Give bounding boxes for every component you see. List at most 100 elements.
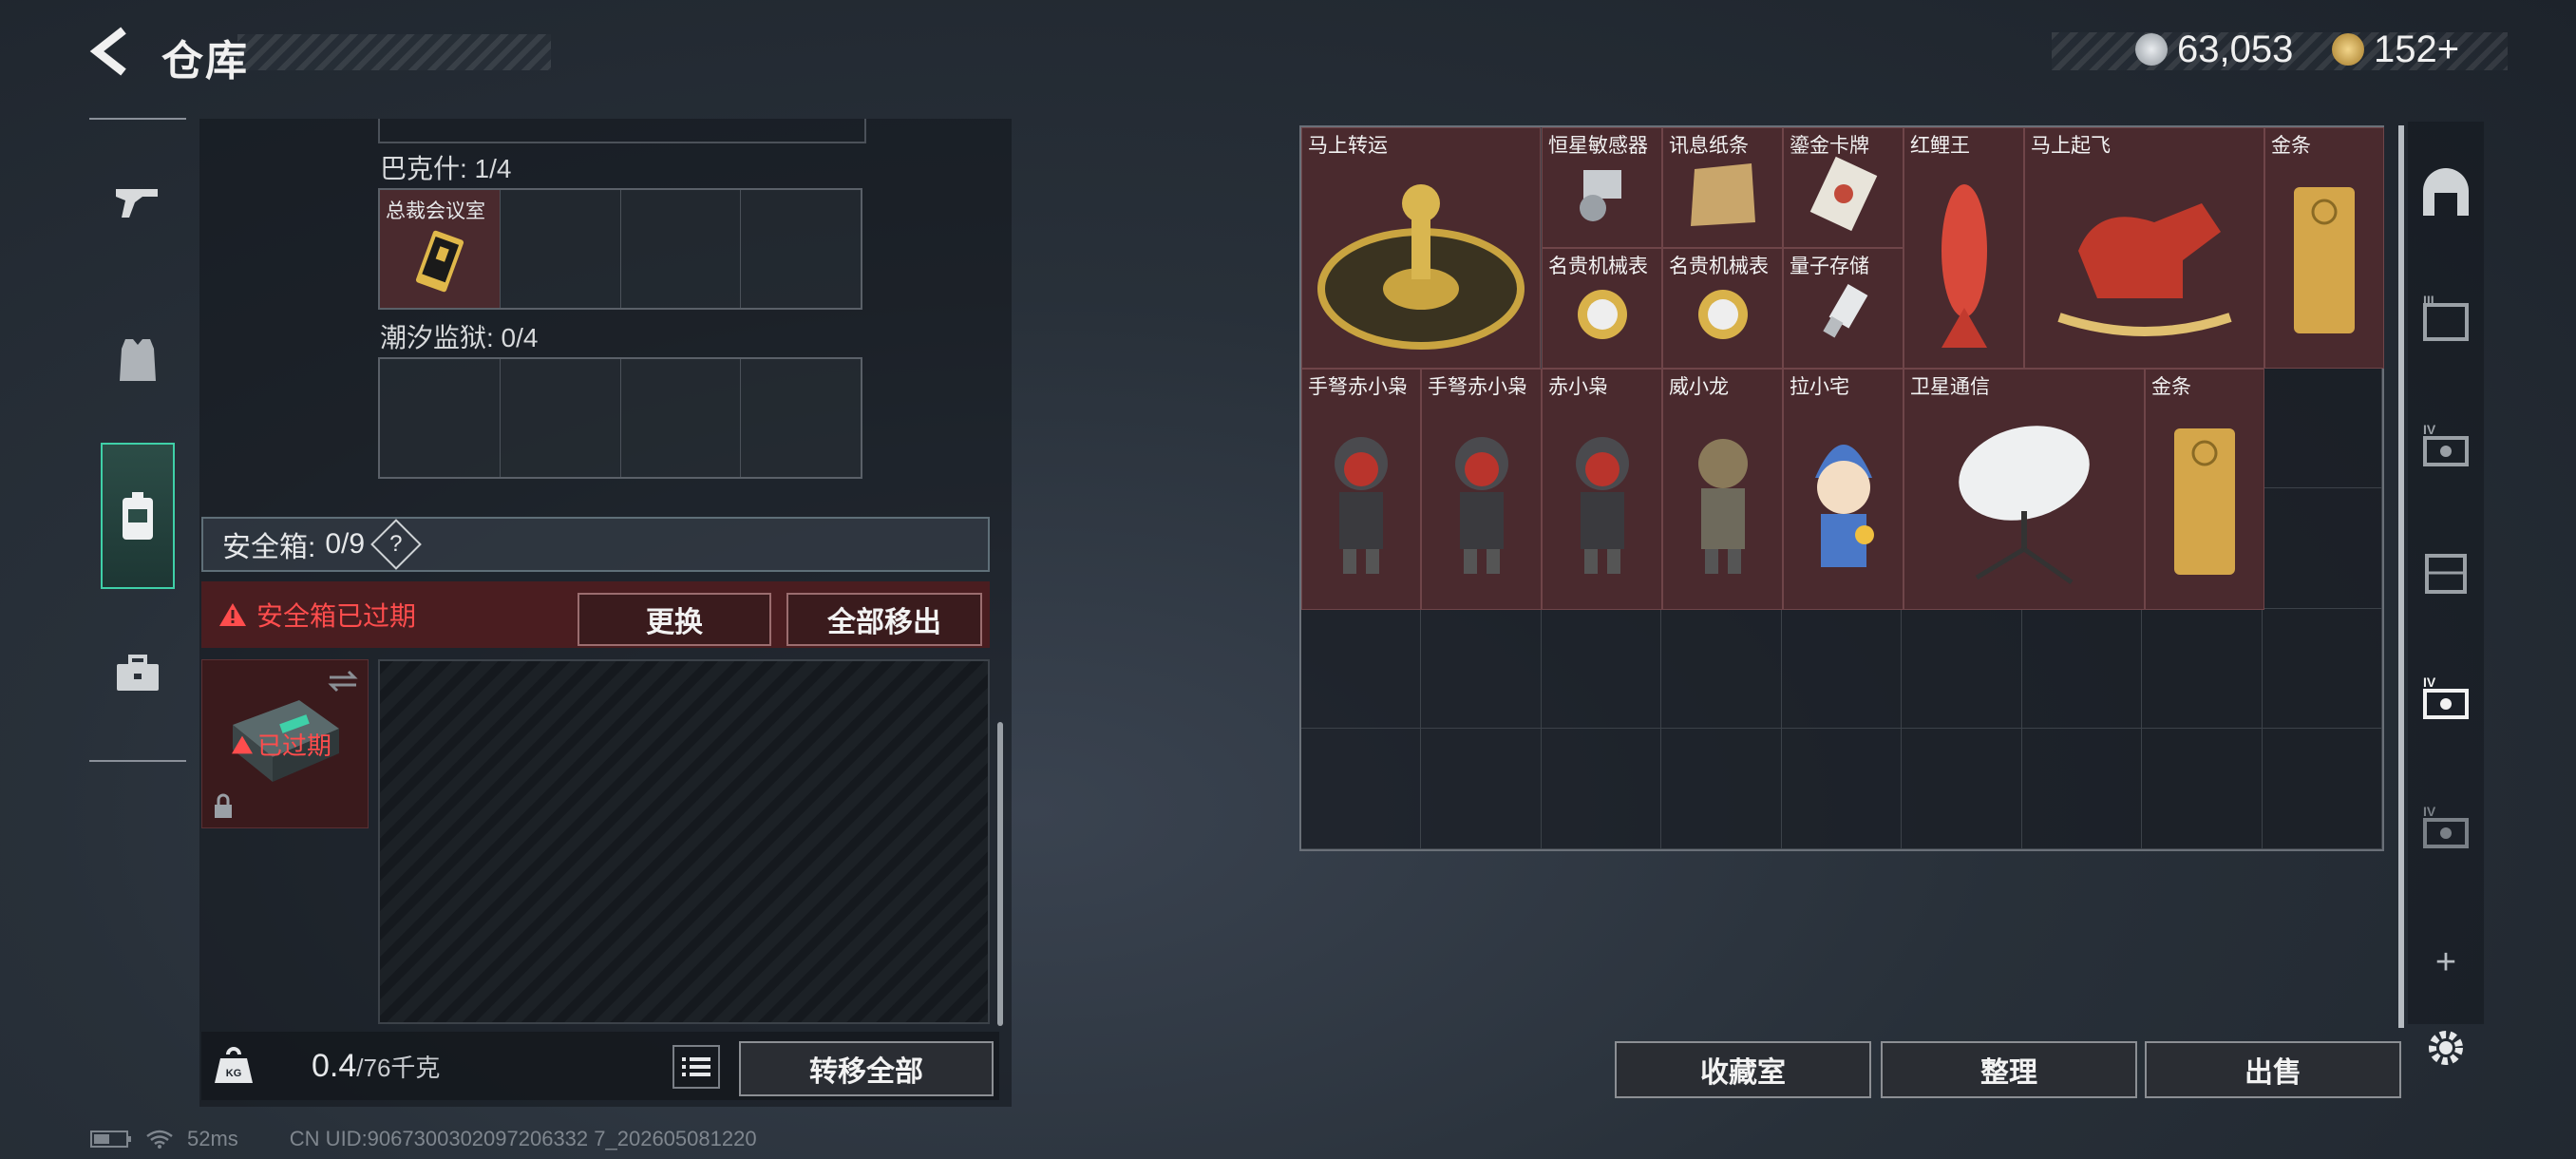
panel-scrollbar[interactable] <box>997 722 1003 1026</box>
nav-backpack[interactable] <box>101 443 175 589</box>
expired-label: 已过期 <box>257 732 332 760</box>
side-scrollbar[interactable] <box>2398 125 2404 1028</box>
armor-vest-icon <box>120 339 156 381</box>
stash-slot[interactable] <box>1541 729 1662 849</box>
page-title: 仓库 <box>161 38 249 85</box>
replace-button[interactable]: 更换 <box>578 593 771 646</box>
storage-rack-icon <box>2425 554 2467 594</box>
side-tab-tier3[interactable]: III <box>2413 285 2479 352</box>
stash-item[interactable]: 手弩赤小枭 <box>1301 369 1421 610</box>
tier4-case-icon: IV <box>2423 804 2469 848</box>
stash-slot[interactable] <box>1902 729 2022 849</box>
safebox-grid-locked <box>378 659 990 1024</box>
gear-icon <box>2429 1031 2463 1065</box>
side-tab-storage[interactable] <box>2413 540 2479 606</box>
weight-icon: KG <box>215 1047 253 1083</box>
stash-item[interactable]: 金条 <box>2264 127 2384 369</box>
container-slot[interactable] <box>741 190 861 308</box>
container-slot[interactable] <box>621 359 742 477</box>
stash-item[interactable]: 鎏金卡牌 <box>1783 127 1904 248</box>
nav-briefcase[interactable] <box>99 635 177 712</box>
side-tab-tier4-a[interactable]: IV <box>2413 412 2479 479</box>
stash-item[interactable]: 金条 <box>2145 369 2264 610</box>
stash-slot[interactable] <box>1421 729 1542 849</box>
nav-divider-top <box>89 118 186 120</box>
stash-item[interactable]: 名贵机械表 <box>1662 248 1783 369</box>
stash-item[interactable]: 赤小枭 <box>1542 369 1662 610</box>
stash-item[interactable]: 马上起飞 <box>2024 127 2264 369</box>
title-bar-decoration <box>237 34 551 70</box>
remove-all-button[interactable]: 全部移出 <box>786 593 982 646</box>
stash-slot[interactable] <box>2262 487 2382 609</box>
owl-figure-icon <box>1575 436 1629 574</box>
stash-slot[interactable] <box>2021 729 2143 849</box>
stash-slot[interactable] <box>1421 608 1542 730</box>
safe-room-icon <box>2423 168 2469 216</box>
stash-slot[interactable] <box>2142 729 2263 849</box>
stash-slot[interactable] <box>1661 608 1782 730</box>
list-view-button[interactable] <box>672 1045 720 1089</box>
nav-weapons[interactable] <box>99 163 177 241</box>
stash-item[interactable]: 拉小宅 <box>1783 369 1904 610</box>
help-icon[interactable]: ? <box>370 519 422 570</box>
warning-icon <box>219 603 246 626</box>
stash-item[interactable]: 红鲤王 <box>1904 127 2024 369</box>
safebox-header: 安全箱: 0/9 ? <box>201 517 990 572</box>
stash-item[interactable]: 量子存储 <box>1783 248 1904 369</box>
container-slot[interactable] <box>501 359 621 477</box>
container-grid-bakshi: 总裁会议室 <box>378 188 862 310</box>
gold-bar-icon <box>2294 186 2355 333</box>
gold-currency-value: 152+ <box>2374 28 2460 70</box>
plus-icon: + <box>2434 941 2457 982</box>
container-slot[interactable] <box>621 190 742 308</box>
stash-slot[interactable] <box>2021 608 2143 730</box>
svg-text:IV: IV <box>2423 804 2436 819</box>
container-slot[interactable] <box>741 359 861 477</box>
gold-coin-icon <box>2332 33 2364 66</box>
star-sensor-icon <box>1579 169 1621 221</box>
stash-slot[interactable] <box>2142 608 2263 730</box>
safebox-slot[interactable]: 已过期 <box>201 659 369 828</box>
stash-slot[interactable] <box>1781 608 1903 730</box>
stash-item[interactable]: 马上转运 <box>1301 127 1541 369</box>
stash-item[interactable]: 手弩赤小枭 <box>1421 369 1542 610</box>
back-button[interactable] <box>85 25 139 78</box>
container-slot[interactable]: 总裁会议室 <box>380 190 501 308</box>
stash-item[interactable]: 恒星敏感器 <box>1542 127 1662 248</box>
gun-icon <box>116 189 158 218</box>
stash-item[interactable]: 威小龙 <box>1662 369 1783 610</box>
svg-text:III: III <box>2423 293 2434 308</box>
settings-button[interactable] <box>2413 1015 2479 1081</box>
stash-slot[interactable] <box>2262 608 2382 730</box>
stash-item[interactable]: 名贵机械表 <box>1542 248 1662 369</box>
container-slot[interactable] <box>501 190 621 308</box>
silver-currency[interactable]: 63,053 <box>2135 25 2293 74</box>
stash-item[interactable]: 讯息纸条 <box>1662 127 1783 248</box>
side-tab-tier4-active[interactable]: IV <box>2413 665 2479 732</box>
transfer-all-button[interactable]: 转移全部 <box>739 1041 994 1096</box>
stash-slot[interactable] <box>1902 608 2022 730</box>
stash-slot[interactable] <box>1301 729 1422 849</box>
side-tab-safe-room[interactable] <box>2413 160 2479 226</box>
side-tab-tier4-b[interactable]: IV <box>2413 794 2479 861</box>
sell-button[interactable]: 出售 <box>2145 1041 2401 1098</box>
stash-slot[interactable] <box>1781 729 1903 849</box>
stash-item[interactable]: 卫星通信 <box>1904 369 2145 610</box>
gold-currency[interactable]: 152+ <box>2332 25 2459 74</box>
add-tab-button[interactable]: + <box>2413 929 2479 996</box>
container-grid-tidal-prison <box>378 357 862 479</box>
container-label-bakshi: 巴克什: 1/4 <box>380 154 512 183</box>
stash-slot[interactable] <box>2262 368 2382 488</box>
stash-slot[interactable] <box>1661 729 1782 849</box>
gold-bar-icon <box>2174 428 2235 575</box>
sort-button[interactable]: 整理 <box>1881 1041 2137 1098</box>
collection-room-button[interactable]: 收藏室 <box>1615 1041 1871 1098</box>
tier3-case-icon: III <box>2423 293 2469 341</box>
stash-slot[interactable] <box>2262 729 2382 849</box>
stash-slot[interactable] <box>1541 608 1662 730</box>
container-slot[interactable] <box>380 359 501 477</box>
stash-slot[interactable] <box>1301 608 1422 730</box>
swap-icon <box>328 670 358 693</box>
red-carp-icon <box>1941 183 1987 348</box>
nav-armor[interactable] <box>99 321 177 399</box>
